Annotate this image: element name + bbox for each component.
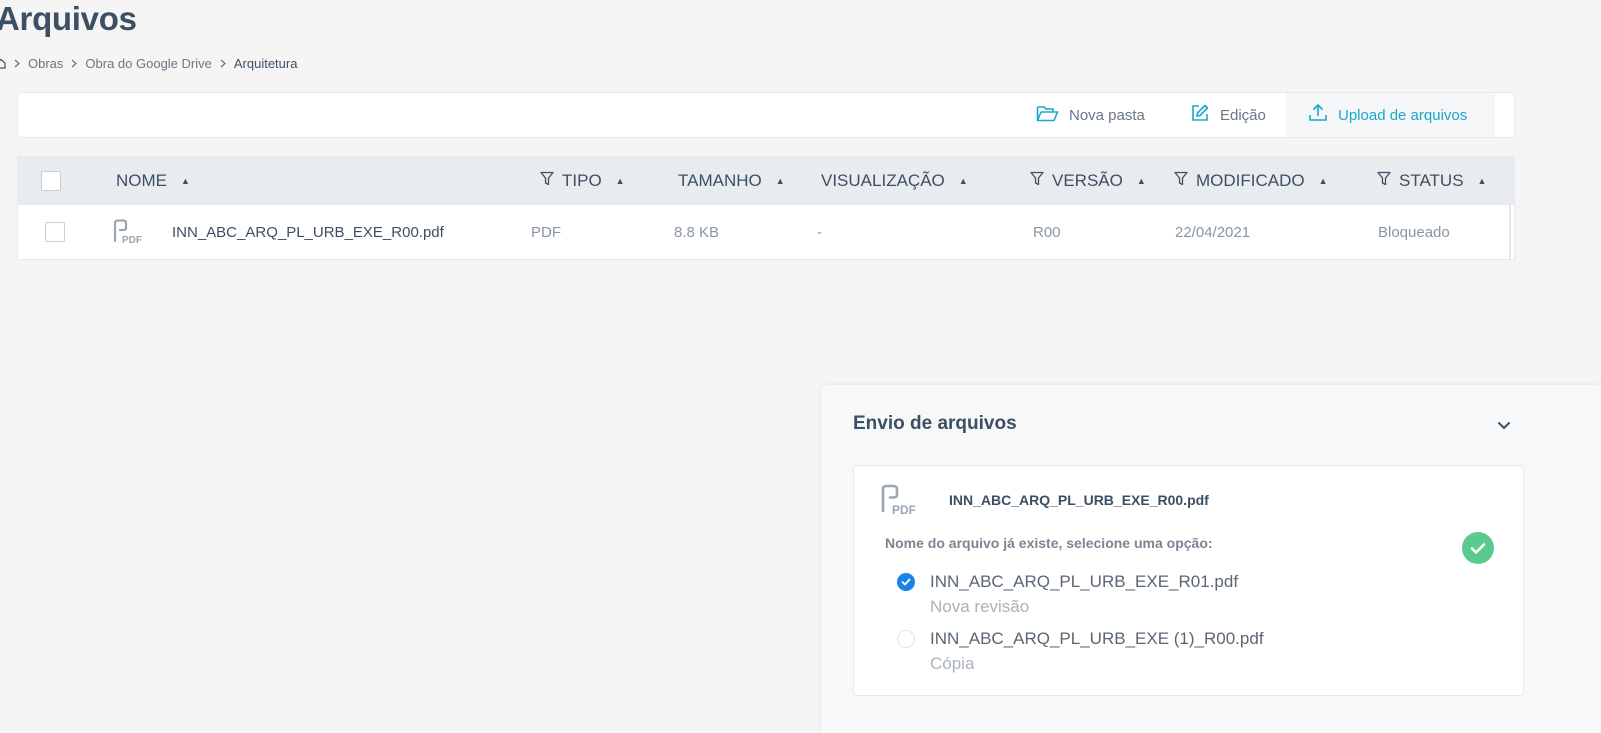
- conflict-message: Nome do arquivo já existe, selecione uma…: [885, 535, 1213, 551]
- select-all-checkbox[interactable]: [41, 157, 61, 205]
- column-header-tamanho[interactable]: TAMANHO ▲: [678, 157, 785, 205]
- table-scrollbar[interactable]: [1509, 205, 1511, 259]
- sort-asc-icon[interactable]: ▲: [1478, 176, 1487, 186]
- column-header-tipo[interactable]: TIPO ▲: [540, 157, 625, 205]
- pdf-file-icon: PDF: [880, 484, 920, 521]
- option-file-name: INN_ABC_ARQ_PL_URB_EXE_R01.pdf: [930, 572, 1239, 591]
- chevron-right-icon: [71, 59, 78, 68]
- table-row[interactable]: PDF INN_ABC_ARQ_PL_URB_EXE_R00.pdf PDF 8…: [18, 205, 1514, 259]
- upload-file-card: PDF INN_ABC_ARQ_PL_URB_EXE_R00.pdf Nome …: [853, 465, 1524, 696]
- column-header-modificado[interactable]: MODIFICADO ▲: [1174, 157, 1328, 205]
- upload-icon: [1308, 103, 1328, 127]
- breadcrumb-item-obras[interactable]: Obras: [28, 56, 63, 71]
- home-icon[interactable]: [0, 58, 6, 69]
- filter-icon[interactable]: [540, 171, 554, 191]
- filter-icon[interactable]: [1030, 171, 1044, 191]
- file-size: 8.8 KB: [674, 223, 720, 241]
- breadcrumb-item-obra-google-drive[interactable]: Obra do Google Drive: [85, 56, 211, 71]
- file-preview: -: [817, 223, 822, 241]
- folder-open-icon: [1036, 104, 1059, 127]
- row-checkbox[interactable]: [45, 205, 65, 259]
- sort-asc-icon[interactable]: ▲: [1137, 176, 1146, 186]
- file-status: Bloqueado: [1378, 223, 1450, 241]
- upload-panel: Envio de arquivos PDF INN_ABC_ARQ_PL_URB…: [821, 385, 1601, 733]
- upload-file-name: INN_ABC_ARQ_PL_URB_EXE_R00.pdf: [949, 492, 1209, 508]
- page-title: Arquivos: [0, 0, 137, 37]
- upload-files-button[interactable]: Upload de arquivos: [1286, 93, 1495, 137]
- sort-asc-icon[interactable]: ▲: [181, 176, 190, 186]
- pdf-file-icon: PDF: [112, 205, 144, 259]
- toolbar: Nova pasta Edição Upload de arquivos: [17, 92, 1515, 138]
- filter-icon[interactable]: [1174, 171, 1188, 191]
- radio-checked-icon[interactable]: [897, 573, 915, 591]
- column-header-status[interactable]: STATUS ▲: [1377, 157, 1486, 205]
- chevron-right-icon: [14, 59, 20, 68]
- file-table: NOME ▲ TIPO ▲ TAMANHO ▲ VISUALIZAÇÃO ▲ VERSÃ…: [17, 156, 1515, 260]
- breadcrumb: Obras Obra do Google Drive Arquitetura: [0, 54, 297, 72]
- column-header-nome[interactable]: NOME ▲: [116, 157, 190, 205]
- column-header-visualizacao[interactable]: VISUALIZAÇÃO ▲: [821, 157, 968, 205]
- breadcrumb-item-arquitetura: Arquitetura: [233, 55, 298, 71]
- sort-asc-icon[interactable]: ▲: [1319, 176, 1328, 186]
- svg-text:PDF: PDF: [892, 503, 916, 516]
- upload-panel-title: Envio de arquivos: [853, 413, 1017, 434]
- file-version: R00: [1033, 223, 1061, 241]
- chevron-down-icon[interactable]: [1497, 417, 1511, 435]
- file-modified: 22/04/2021: [1175, 223, 1251, 241]
- sort-asc-icon[interactable]: ▲: [616, 176, 625, 186]
- option-label: Cópia: [930, 654, 975, 673]
- edit-icon: [1190, 103, 1210, 127]
- option-label: Nova revisão: [930, 597, 1030, 616]
- edit-button[interactable]: Edição: [1190, 93, 1266, 137]
- sort-asc-icon[interactable]: ▲: [776, 176, 785, 186]
- radio-unchecked[interactable]: [897, 630, 915, 648]
- chevron-right-icon: [220, 59, 226, 68]
- file-type: PDF: [531, 223, 561, 241]
- table-header: NOME ▲ TIPO ▲ TAMANHO ▲ VISUALIZAÇÃO ▲ VERSÃ…: [18, 157, 1514, 205]
- check-circle-icon: [1462, 532, 1494, 564]
- svg-text:PDF: PDF: [122, 235, 142, 245]
- filter-icon[interactable]: [1377, 171, 1391, 191]
- option-file-name: INN_ABC_ARQ_PL_URB_EXE (1)_R00.pdf: [930, 629, 1264, 648]
- column-header-versao[interactable]: VERSÃO ▲: [1030, 157, 1146, 205]
- sort-asc-icon[interactable]: ▲: [959, 176, 968, 186]
- new-folder-button[interactable]: Nova pasta: [1036, 93, 1145, 137]
- file-name[interactable]: INN_ABC_ARQ_PL_URB_EXE_R00.pdf: [172, 205, 444, 259]
